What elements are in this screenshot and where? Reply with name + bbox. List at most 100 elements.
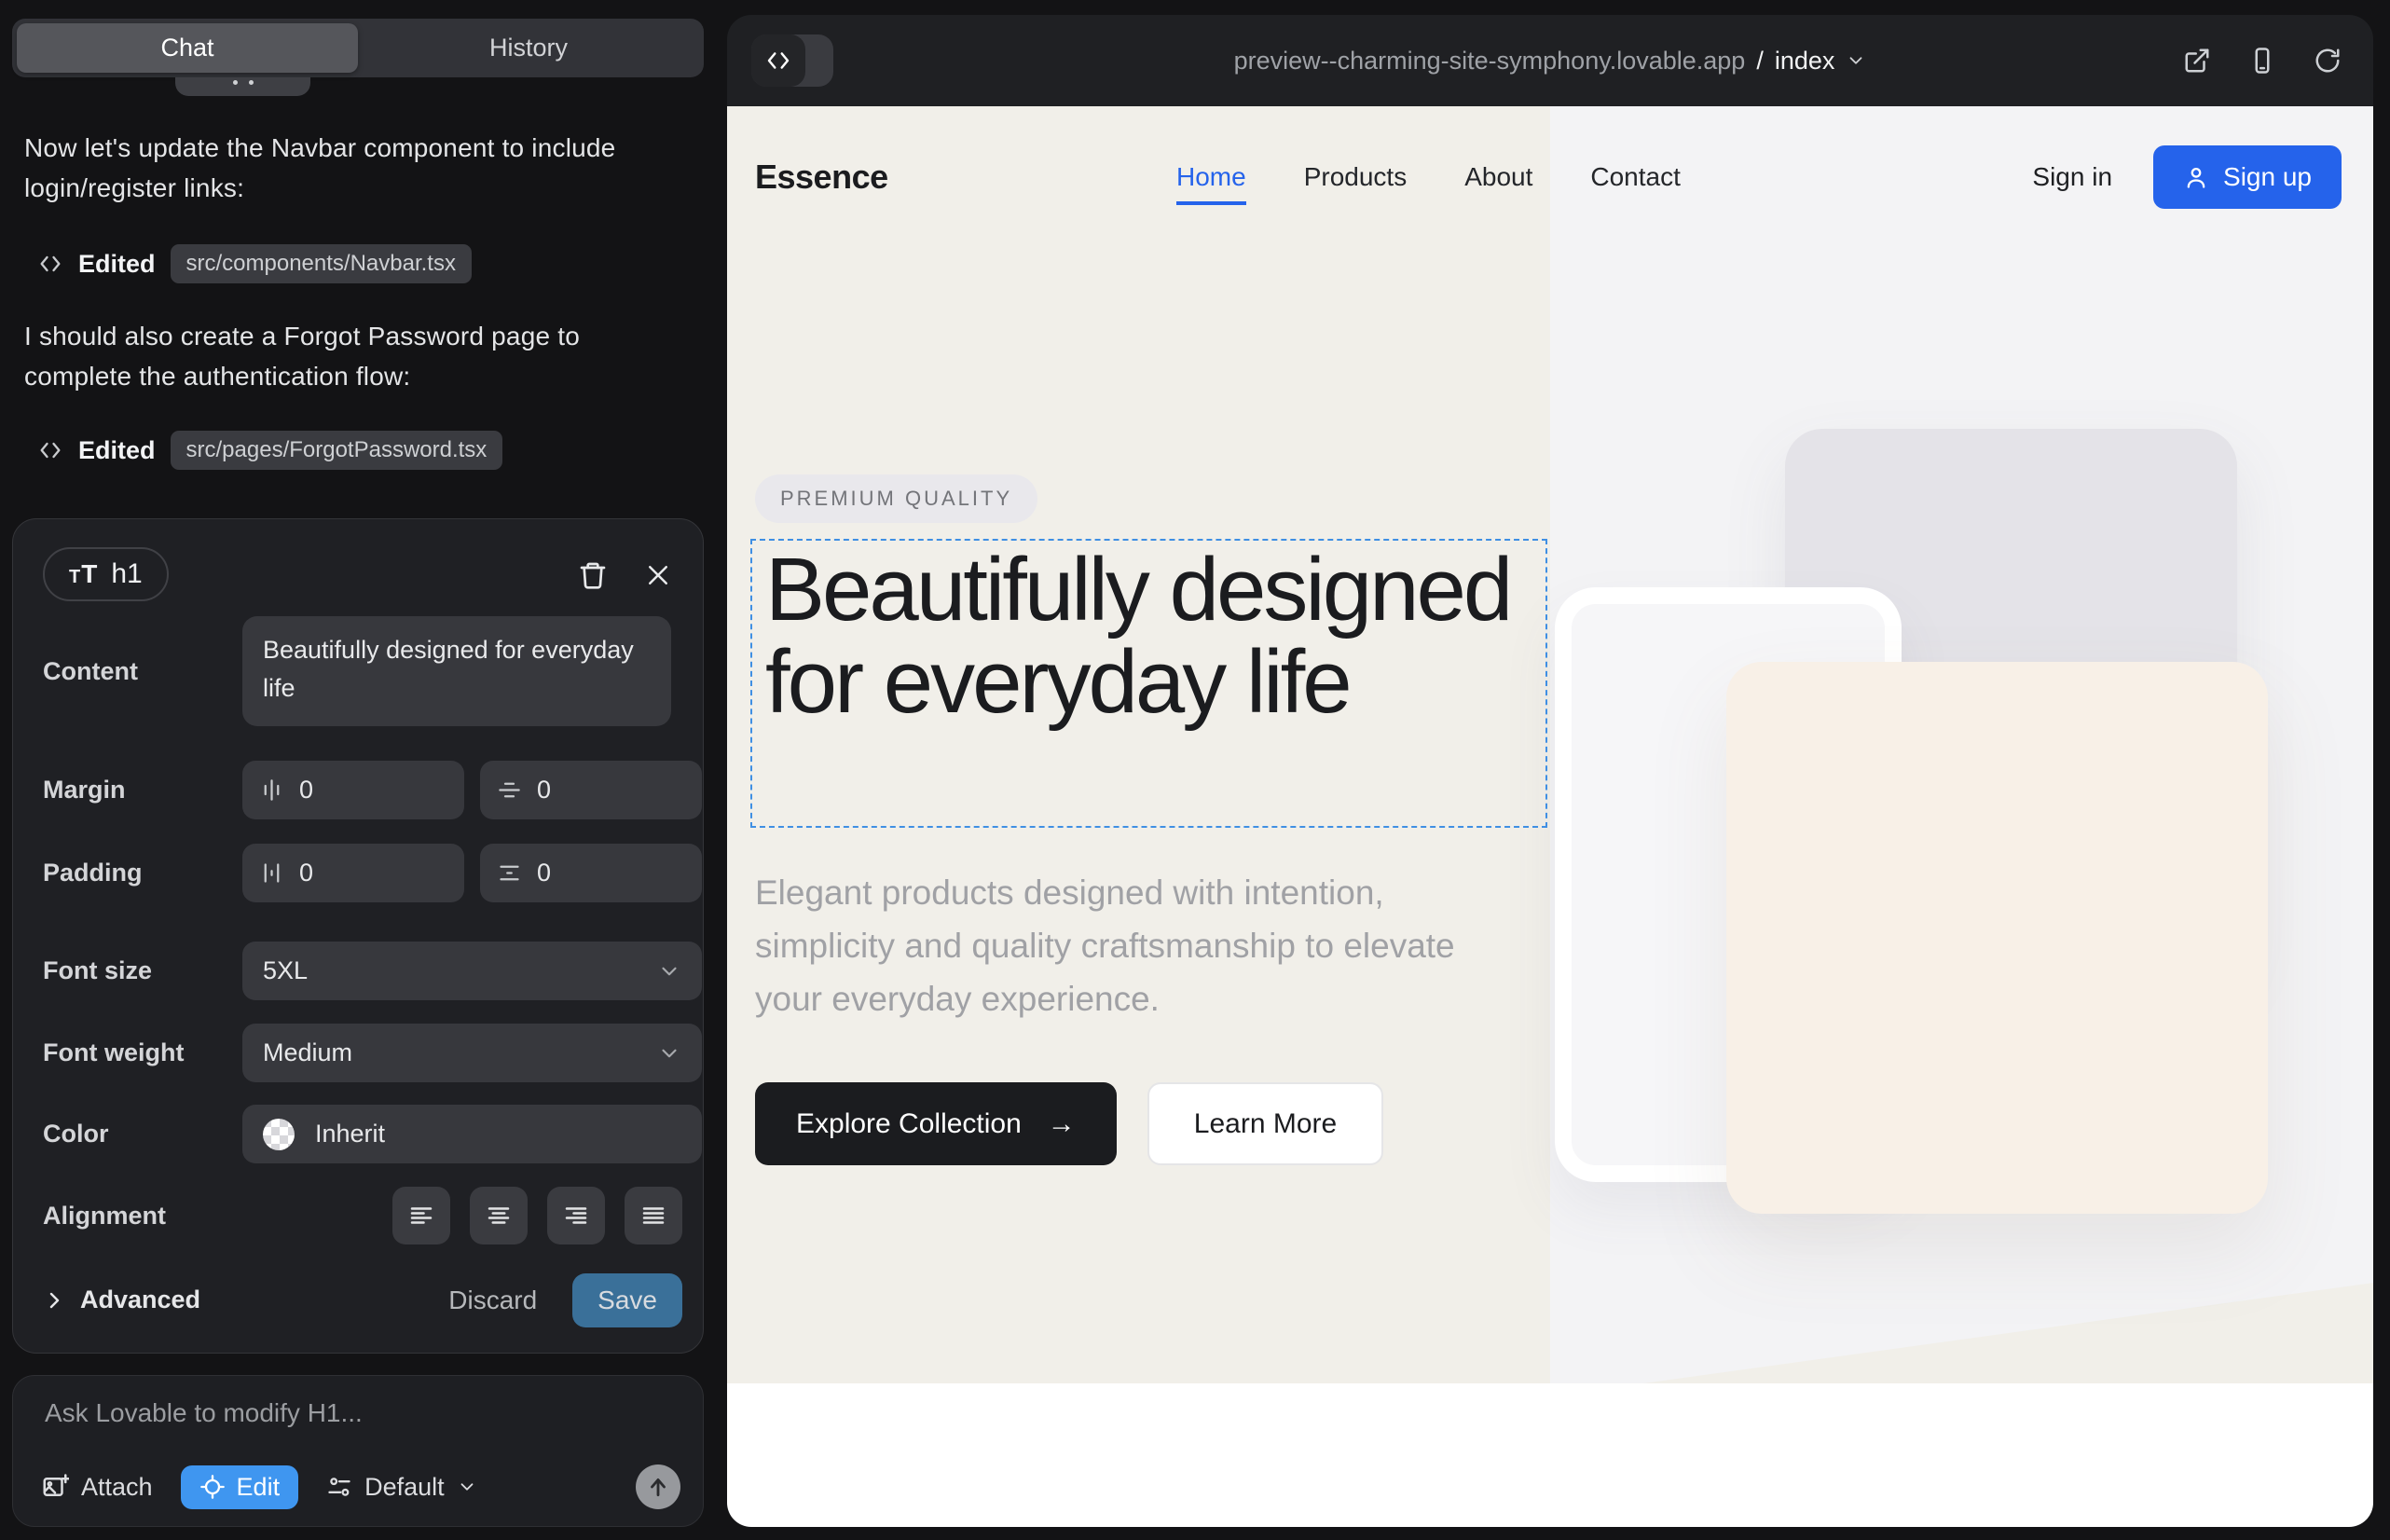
code-icon (37, 251, 63, 277)
tab-chat[interactable]: Chat (17, 23, 358, 73)
margin-x-input[interactable]: 0 (242, 761, 464, 819)
discard-button[interactable]: Discard (448, 1286, 537, 1315)
site-navbar: Essence Home Products About Contact Sign… (727, 106, 2373, 248)
chat-message: Now let's update the Navbar component to… (24, 129, 677, 208)
code-icon (37, 437, 63, 463)
chevron-down-icon (657, 959, 681, 983)
alignment-label: Alignment (43, 1187, 166, 1245)
align-center-button[interactable] (470, 1187, 528, 1244)
site-logo[interactable]: Essence (755, 106, 888, 248)
color-swatch (263, 1119, 295, 1150)
padding-x-icon (259, 860, 284, 886)
premium-quality-badge: PREMIUM QUALITY (755, 474, 1037, 523)
color-select[interactable]: Inherit (242, 1105, 702, 1163)
hero-section: Essence Home Products About Contact Sign… (727, 106, 2373, 1383)
url-separator: / (1756, 47, 1764, 76)
padding-label: Padding (43, 844, 143, 902)
hero-heading[interactable]: Beautifully designed for everyday life (752, 541, 1545, 733)
sliders-icon (326, 1474, 352, 1500)
padding-y-icon (497, 860, 522, 886)
selected-h1-outline[interactable]: Beautifully designed for everyday life (750, 539, 1547, 828)
alignment-row: Alignment (43, 1187, 682, 1245)
margin-y-icon (497, 777, 522, 803)
refresh-button[interactable] (2314, 47, 2342, 75)
close-panel-button[interactable] (638, 555, 679, 596)
chevron-down-icon (1846, 50, 1866, 71)
sign-in-link[interactable]: Sign in (2032, 162, 2112, 192)
chevron-down-icon (457, 1477, 477, 1497)
nav-link-contact[interactable]: Contact (1590, 162, 1681, 192)
scrolled-badge-fragment (175, 77, 310, 96)
attach-image-icon (41, 1473, 69, 1501)
save-button[interactable]: Save (572, 1273, 682, 1327)
url-domain: preview--charming-site-symphony.lovable.… (1234, 47, 1746, 76)
chevron-right-icon (43, 1289, 65, 1312)
hero-paragraph: Elegant products designed with intention… (755, 867, 1501, 1026)
url-page: index (1775, 47, 1835, 76)
edit-mode-button[interactable]: Edit (181, 1465, 299, 1509)
chevron-down-icon (657, 1041, 681, 1066)
mobile-view-button[interactable] (2248, 47, 2276, 75)
open-external-button[interactable] (2183, 47, 2211, 75)
user-icon (2183, 164, 2209, 190)
padding-x-input[interactable]: 0 (242, 844, 464, 902)
model-default-selector[interactable]: Default (326, 1473, 477, 1502)
content-input-wrap: Beautifully designed for everyday life (242, 616, 671, 726)
content-input[interactable]: Beautifully designed for everyday life (242, 616, 671, 726)
edited-file-row: Edited src/components/Navbar.tsx (37, 244, 472, 283)
edited-file-row: Edited src/pages/ForgotPassword.tsx (37, 431, 502, 470)
font-size-row: Font size 5XL (43, 942, 682, 1000)
nav-link-products[interactable]: Products (1304, 162, 1408, 192)
editor-header: TT h1 (43, 547, 682, 607)
font-weight-row: Font weight Medium (43, 1024, 682, 1082)
margin-label: Margin (43, 761, 126, 819)
preview-window: preview--charming-site-symphony.lovable.… (727, 15, 2373, 1527)
decorative-card-cream (1726, 662, 2268, 1214)
target-icon (199, 1474, 226, 1500)
chat-composer: Attach Edit Default (12, 1375, 704, 1527)
align-justify-button[interactable] (625, 1187, 682, 1244)
file-badge[interactable]: src/components/Navbar.tsx (171, 244, 472, 283)
arrow-up-icon (646, 1475, 670, 1499)
file-badge[interactable]: src/pages/ForgotPassword.tsx (171, 431, 503, 470)
padding-y-input[interactable]: 0 (480, 844, 702, 902)
edited-label: Edited (78, 436, 156, 465)
font-weight-label: Font weight (43, 1024, 184, 1082)
align-right-button[interactable] (547, 1187, 605, 1244)
type-icon: TT (69, 559, 98, 589)
selected-element-chip[interactable]: TT h1 (43, 547, 169, 601)
chat-history-tabs: Chat History (12, 19, 704, 77)
explore-collection-button[interactable]: Explore Collection → (755, 1082, 1117, 1165)
composer-input[interactable] (45, 1398, 660, 1428)
chat-message: I should also create a Forgot Password p… (24, 317, 677, 396)
margin-y-input[interactable]: 0 (480, 761, 702, 819)
url-bar[interactable]: preview--charming-site-symphony.lovable.… (727, 15, 2373, 106)
font-size-select[interactable]: 5XL (242, 942, 702, 1000)
editor-footer: Advanced Discard Save (43, 1271, 682, 1329)
margin-row: Margin 0 0 (43, 761, 682, 819)
padding-row: Padding 0 0 (43, 844, 682, 902)
nav-link-home[interactable]: Home (1176, 162, 1246, 205)
color-label: Color (43, 1105, 109, 1163)
tab-history[interactable]: History (358, 23, 699, 73)
font-size-label: Font size (43, 942, 152, 1000)
attach-button[interactable]: Attach (41, 1473, 153, 1502)
send-button[interactable] (636, 1464, 680, 1509)
lovable-workspace: Chat History Now let's update the Navbar… (0, 0, 2390, 1540)
color-row: Color Inherit (43, 1105, 682, 1163)
content-label: Content (43, 642, 138, 701)
advanced-toggle[interactable]: Advanced (43, 1271, 200, 1329)
content-field-row: Content Beautifully designed for everyda… (43, 616, 682, 726)
delete-element-button[interactable] (572, 555, 613, 596)
element-editor-panel: TT h1 Content Beautifully designed for e… (12, 518, 704, 1354)
align-left-button[interactable] (392, 1187, 450, 1244)
preview-topbar: preview--charming-site-symphony.lovable.… (727, 15, 2373, 106)
learn-more-button[interactable]: Learn More (1147, 1082, 1383, 1165)
element-tag: h1 (111, 558, 142, 590)
margin-x-icon (259, 777, 284, 803)
font-weight-select[interactable]: Medium (242, 1024, 702, 1082)
nav-link-about[interactable]: About (1464, 162, 1532, 192)
sign-up-button[interactable]: Sign up (2153, 145, 2342, 209)
edited-label: Edited (78, 250, 156, 279)
site-preview: Essence Home Products About Contact Sign… (727, 106, 2373, 1527)
